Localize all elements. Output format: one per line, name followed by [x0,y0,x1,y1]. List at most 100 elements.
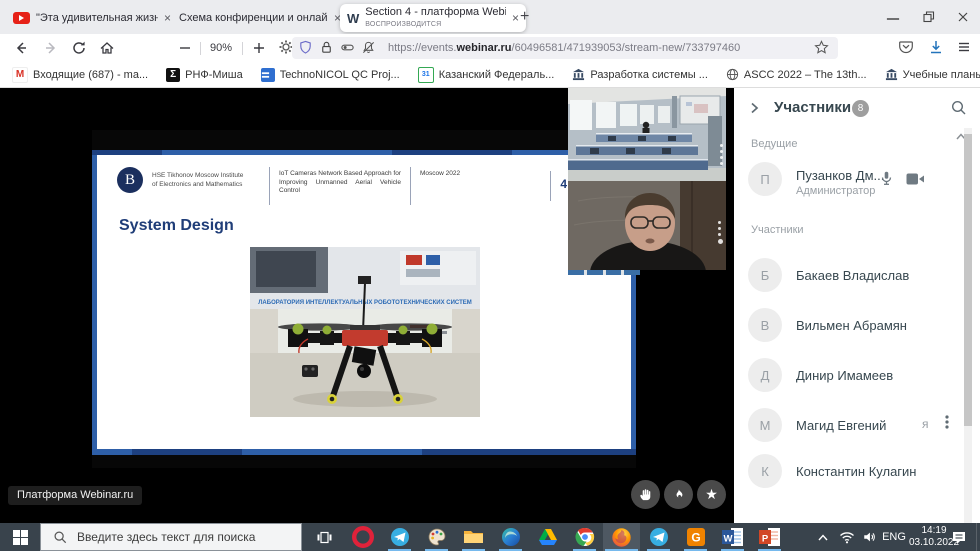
telegram-icon [390,527,410,547]
search-icon [53,530,67,544]
notifications-blocked-icon[interactable] [361,40,379,58]
slide-title: System Design [119,217,234,235]
tab-scheme[interactable]: Схема конфиренции и онлайн × [172,4,348,32]
task-view-button[interactable] [306,523,342,551]
bookmark-gmail[interactable]: MВходящие (687) - ma... [12,67,148,83]
collapse-panel-chevron-icon[interactable] [746,100,762,121]
camera-icon[interactable] [906,172,925,191]
tab-close-icon[interactable]: × [512,12,519,24]
zoom-in-icon[interactable] [250,39,268,57]
language-indicator[interactable]: ENG [880,523,908,551]
video-pagination-dots[interactable] [720,144,723,165]
search-icon[interactable] [950,99,967,121]
taskbar-app-opera[interactable] [344,523,381,551]
shield-icon[interactable] [298,40,316,58]
video-thumbnail-speaker[interactable] [568,181,726,270]
new-tab-button[interactable]: + [520,8,529,26]
windows-taskbar: G W P ENG 14:19 03.10.2022 [0,523,980,551]
bookmark-system-dev[interactable]: Разработка системы ... [572,68,708,81]
video-pagination-dots[interactable] [718,221,723,244]
taskbar-app-edge[interactable] [492,523,529,551]
restore-button[interactable] [920,8,938,26]
paint-icon [427,527,447,547]
blue-tile-icon [261,68,275,82]
tab-playing-label: ВОСПРОИЗВОДИТСЯ [365,21,441,28]
zoom-level[interactable]: 90% [210,42,232,54]
microphone-icon[interactable] [878,170,895,192]
scrollbar[interactable] [964,128,972,523]
tab-close-icon[interactable]: × [164,12,171,24]
word-icon: W [722,527,744,547]
google-drive-icon [538,528,558,546]
video-thumbnail-classroom[interactable] [568,88,726,181]
minimize-button[interactable] [882,8,900,26]
task-view-icon [316,529,333,546]
gmail-icon: M [12,67,28,83]
taskbar-app-telegram-2[interactable] [640,523,677,551]
participant-name: Динир Имамеев [796,368,893,383]
taskbar-app-powerpoint[interactable]: P [751,523,788,551]
avatar: Б [748,258,782,292]
tray-expand-icon[interactable] [812,523,834,551]
file-explorer-icon [463,528,484,546]
bookmark-ascc[interactable]: ASCC 2022 – The 13th... [726,68,867,81]
hse-logo: В [117,167,143,193]
search-input[interactable] [75,529,299,545]
fire-reaction-button[interactable] [664,480,693,509]
avatar: Д [748,358,782,392]
fire-icon [672,487,685,502]
pocket-icon[interactable] [898,39,916,57]
slide-header: В HSE Tikhonov Moscow Instituteof Electr… [117,167,623,213]
zoom-out-icon[interactable] [176,39,194,57]
svg-text:W: W [723,534,732,545]
url-text[interactable]: https://events.webinar.ru/60496581/47193… [388,42,798,54]
presentation-slide[interactable]: В HSE Tikhonov Moscow Instituteof Electr… [92,150,636,455]
tab-webinar-active[interactable]: W Section 4 - платформа Webinar ВОСПРОИЗ… [340,4,526,32]
taskbar-search-box[interactable] [40,523,302,551]
forward-icon[interactable] [42,39,60,57]
bookmark-star-icon[interactable] [814,40,832,58]
participants-count-badge: 8 [852,100,869,117]
youtube-icon [13,12,30,24]
taskbar-app-g[interactable]: G [677,523,714,551]
taskbar-app-paint[interactable] [418,523,455,551]
reload-icon[interactable] [70,39,88,57]
taskbar-app-chrome[interactable] [566,523,603,551]
start-button[interactable] [0,523,40,551]
browser-tab-bar: "Эта удивительная жизнь" - Po × Схема ко… [0,0,980,34]
bookmark-curricula[interactable]: Учебные планы\Обр... [885,68,980,81]
taskbar-app-firefox-active[interactable] [603,523,640,551]
url-bar[interactable]: https://events.webinar.ru/60496581/47193… [292,37,838,59]
taskbar-app-word[interactable]: W [714,523,751,551]
taskbar-app-file-explorer[interactable] [455,523,492,551]
screen: "Эта удивительная жизнь" - Po × Схема ко… [0,0,980,551]
bookmark-rnf[interactable]: ΣРНФ-Миша [166,68,243,82]
wifi-icon[interactable] [836,523,858,551]
tab-youtube[interactable]: "Эта удивительная жизнь" - Po × [6,4,178,32]
bookmark-kfu-calendar[interactable]: 31Казанский Федераль... [418,67,555,83]
slide-page-number: 4 [550,171,567,201]
home-icon[interactable] [98,39,116,57]
notification-center-icon[interactable] [946,523,972,551]
show-desktop-button[interactable] [976,523,977,551]
close-button[interactable] [954,8,972,26]
volume-icon[interactable] [858,523,880,551]
taskbar-app-google-drive[interactable] [529,523,566,551]
scrollbar-thumb[interactable] [964,134,972,426]
taskbar-app-telegram[interactable] [381,523,418,551]
browser-nav-bar: 90% https://events.webinar.ru/60496581/4… [0,34,980,63]
overflow-menu-icon[interactable] [940,413,954,436]
bookmark-technonicol[interactable]: TechnoNICOL QC Proj... [261,68,400,82]
sigma-icon: Σ [166,68,180,82]
download-icon[interactable] [928,39,946,57]
star-reaction-button[interactable]: ★ [697,480,726,509]
firefox-icon [611,527,632,548]
permissions-icon[interactable] [340,40,358,58]
webinar-favicon: W [347,11,359,26]
menu-icon[interactable] [956,39,974,57]
lock-icon[interactable] [319,40,337,58]
participant-name: Магид Евгений [796,418,886,433]
raise-hand-button[interactable] [631,480,660,509]
back-icon[interactable] [12,39,30,57]
tab-title: "Эта удивительная жизнь" - Po [36,12,158,24]
